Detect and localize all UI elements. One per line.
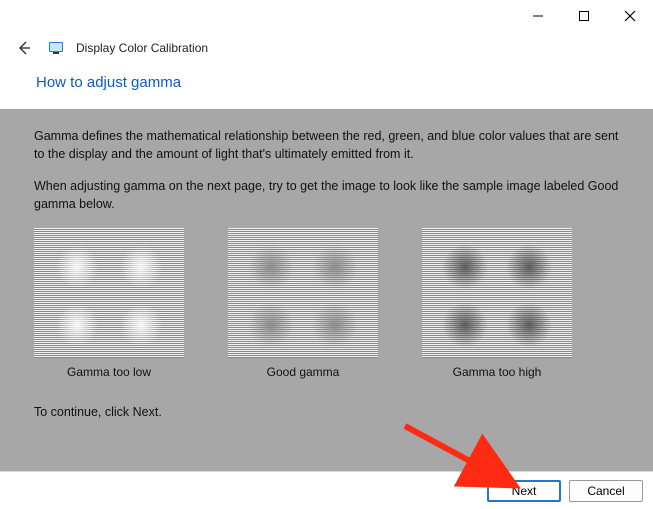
minimize-button[interactable]	[515, 0, 561, 32]
gamma-description-1: Gamma defines the mathematical relations…	[34, 127, 625, 163]
sample-gamma-good-image	[228, 228, 378, 358]
maximize-button[interactable]	[561, 0, 607, 32]
content-pane: Gamma defines the mathematical relations…	[0, 109, 653, 471]
sample-gamma-low: Gamma too low	[34, 228, 184, 381]
titlebar	[0, 0, 653, 32]
calibration-window: Display Color Calibration How to adjust …	[0, 0, 653, 509]
header: Display Color Calibration	[0, 32, 653, 68]
sample-gamma-good-label: Good gamma	[267, 364, 340, 381]
sample-gamma-high-label: Gamma too high	[453, 364, 542, 381]
sample-gamma-low-label: Gamma too low	[67, 364, 151, 381]
sample-gamma-good: Good gamma	[228, 228, 378, 381]
heading-area: How to adjust gamma	[0, 68, 653, 109]
continue-hint: To continue, click Next.	[34, 403, 625, 421]
sample-gamma-low-image	[34, 228, 184, 358]
sample-gamma-high: Gamma too high	[422, 228, 572, 381]
app-icon	[48, 40, 64, 56]
back-button[interactable]	[12, 36, 36, 60]
gamma-samples: Gamma too low Good gamma Gamma too high	[34, 228, 625, 381]
gamma-description-2: When adjusting gamma on the next page, t…	[34, 177, 625, 213]
cancel-button[interactable]: Cancel	[569, 480, 643, 502]
page-heading: How to adjust gamma	[36, 74, 617, 91]
close-button[interactable]	[607, 0, 653, 32]
app-title: Display Color Calibration	[76, 41, 208, 55]
next-button[interactable]: Next	[487, 480, 561, 502]
footer: Next Cancel	[0, 471, 653, 509]
sample-gamma-high-image	[422, 228, 572, 358]
